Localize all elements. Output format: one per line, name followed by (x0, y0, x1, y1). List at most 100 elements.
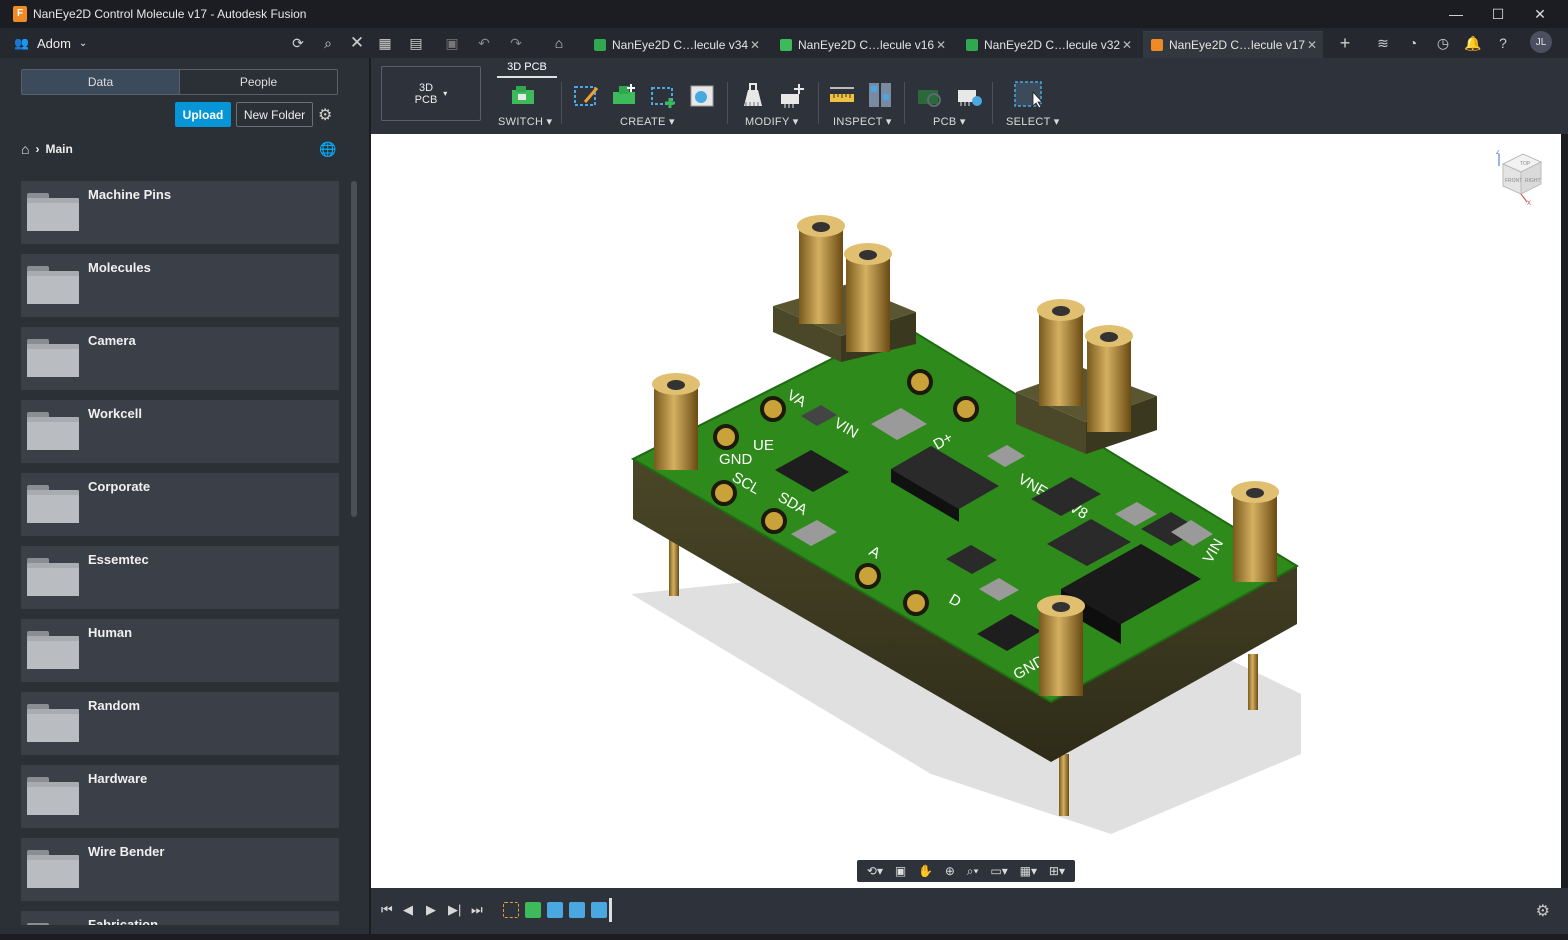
close-window-button[interactable]: ✕ (1518, 0, 1562, 28)
close-tab-icon[interactable]: ✕ (1307, 38, 1317, 52)
step-back-icon[interactable]: ◀ (403, 902, 413, 918)
tab-data[interactable]: Data (22, 70, 180, 94)
select-window-icon[interactable] (1013, 80, 1043, 110)
globe-icon[interactable]: 🌐 (319, 141, 336, 158)
move-component-icon[interactable] (777, 80, 807, 110)
pcb-link-icon[interactable] (914, 80, 944, 110)
tab-label: NanEye2D C…lecule v32 (984, 37, 1121, 52)
switch-to-pcb-icon[interactable] (508, 80, 538, 110)
folder-item[interactable]: Random (21, 692, 339, 755)
workspace-switcher[interactable]: 3D PCB ▾ (381, 66, 481, 121)
pcb-settings-icon[interactable] (954, 80, 984, 110)
workspace-line2: PCB (414, 93, 438, 106)
close-tab-icon[interactable]: ✕ (936, 38, 946, 52)
document-tab-v34[interactable]: NanEye2D C…lecule v34 ✕ (586, 31, 766, 58)
viewports-icon[interactable]: ⊞▾ (1049, 864, 1065, 878)
app-grid-icon[interactable]: ▦ (375, 33, 395, 53)
tab-3d-pcb[interactable]: 3D PCB (497, 58, 557, 78)
folder-name: Random (88, 698, 140, 713)
close-tab-icon[interactable]: ✕ (1122, 38, 1132, 52)
new-tab-icon[interactable]: + (1335, 33, 1355, 53)
modify-component-icon[interactable] (738, 80, 768, 110)
timeline-feature-component[interactable] (591, 902, 607, 918)
3d-viewport[interactable]: VA VIN UE GND SCL SDA D+ VNE 1V8 A D GND… (371, 134, 1561, 888)
play-icon[interactable]: ▶ (426, 902, 436, 918)
grid-snaps-icon[interactable]: ▦▾ (1020, 864, 1037, 878)
maximize-button[interactable]: ☐ (1476, 0, 1520, 28)
switch-menu[interactable]: SWITCH ▾ (498, 115, 552, 128)
data-panel: Data People Upload New Folder ⚙ ⌂ › Main… (0, 58, 370, 940)
pcb-menu[interactable]: PCB ▾ (933, 115, 966, 128)
search-icon[interactable]: ⌕ (318, 33, 338, 53)
extensions-icon[interactable]: ≋ (1373, 33, 1393, 53)
pcb-3d-model[interactable]: VA VIN UE GND SCL SDA D+ VNE 1V8 A D GND… (371, 134, 1561, 888)
measure-icon[interactable] (827, 80, 857, 110)
folder-item[interactable]: Wire Bender (21, 838, 339, 901)
tab-people[interactable]: People (180, 70, 337, 94)
gear-icon[interactable]: ⚙ (318, 105, 332, 125)
go-to-start-icon[interactable]: ⏮ (381, 902, 393, 918)
timeline-feature-body[interactable] (569, 902, 585, 918)
user-avatar[interactable]: JL (1530, 31, 1552, 53)
document-tab-v17[interactable]: NanEye2D C…lecule v17 ✕ (1143, 31, 1323, 58)
3d-design-document-icon (1151, 39, 1163, 51)
refresh-icon[interactable]: ⟳ (288, 33, 308, 53)
document-tab-v32[interactable]: NanEye2D C…lecule v32 ✕ (958, 31, 1138, 58)
go-to-end-icon[interactable]: ⏭ (471, 902, 483, 918)
pin (1059, 754, 1069, 816)
look-at-icon[interactable]: ▣ (895, 864, 906, 878)
timeline-feature-pcb[interactable] (525, 902, 541, 918)
timeline-marker[interactable] (609, 898, 612, 922)
minimize-button[interactable]: — (1434, 0, 1478, 28)
new-folder-button[interactable]: New Folder (236, 102, 313, 127)
folder-item[interactable]: Molecules (21, 254, 339, 317)
gear-icon[interactable]: ⚙ (1536, 901, 1550, 921)
viewcube[interactable]: TOP FRONT RIGHT Z X (1493, 150, 1545, 206)
undo-icon[interactable]: ↶ (474, 33, 494, 53)
sketch-board-outline-icon[interactable] (571, 80, 601, 110)
display-settings-icon[interactable]: ▭▾ (990, 864, 1007, 878)
save-icon[interactable]: ▣ (442, 33, 462, 53)
pan-icon[interactable]: ✋ (918, 864, 933, 878)
file-menu-icon[interactable]: ▤ (406, 33, 426, 53)
fit-icon[interactable]: ⌕▾ (967, 864, 979, 879)
modify-menu[interactable]: MODIFY ▾ (745, 115, 799, 128)
place-component-icon[interactable] (609, 80, 639, 110)
redo-icon[interactable]: ↷ (506, 33, 526, 53)
step-forward-icon[interactable]: ▶| (448, 902, 461, 918)
home-icon[interactable]: ⌂ (549, 33, 569, 53)
3d-package-icon[interactable] (687, 80, 717, 110)
folder-item[interactable]: Essemtec (21, 546, 339, 609)
workspace-line1: 3D (418, 81, 434, 94)
notifications-icon[interactable]: 🔔 (1463, 33, 1483, 53)
timeline-feature-sketch[interactable] (503, 902, 519, 918)
folder-list-scrollbar[interactable] (351, 181, 357, 517)
component-color-cycling-icon[interactable] (865, 80, 895, 110)
upload-button[interactable]: Upload (175, 102, 231, 127)
inspect-menu[interactable]: INSPECT ▾ (833, 115, 892, 128)
help-icon[interactable]: ? (1493, 33, 1513, 53)
timeline: ⏮ ◀ ▶ ▶| ⏭ ⚙ (371, 888, 1568, 934)
folder-item[interactable]: Fabrication (21, 911, 339, 925)
team-switcher[interactable]: 👥 Adom ⌄ (14, 36, 87, 51)
breadcrumb-main[interactable]: Main (45, 142, 72, 156)
folder-item[interactable]: Corporate (21, 473, 339, 536)
close-data-panel-icon[interactable]: ✕ (347, 33, 367, 53)
folder-item[interactable]: Workcell (21, 400, 339, 463)
folder-item[interactable]: Machine Pins (21, 181, 339, 244)
create-menu[interactable]: CREATE ▾ (620, 115, 675, 128)
timeline-feature-body[interactable] (547, 902, 563, 918)
folder-item[interactable]: Human (21, 619, 339, 682)
document-tab-v16[interactable]: NanEye2D C…lecule v16 ✕ (772, 31, 952, 58)
job-status-icon[interactable]: ◷ (1433, 33, 1453, 53)
create-board-icon[interactable] (648, 80, 678, 110)
online-status-icon[interactable]: ◔ (1403, 33, 1423, 53)
close-tab-icon[interactable]: ✕ (750, 38, 760, 52)
tab-label: NanEye2D C…lecule v17 (1169, 38, 1306, 52)
zoom-icon[interactable]: ⊕ (945, 864, 955, 878)
orbit-icon[interactable]: ⟲▾ (867, 864, 883, 878)
folder-item[interactable]: Hardware (21, 765, 339, 828)
folder-item[interactable]: Camera (21, 327, 339, 390)
select-menu[interactable]: SELECT ▾ (1006, 115, 1060, 128)
home-icon[interactable]: ⌂ (21, 141, 29, 157)
